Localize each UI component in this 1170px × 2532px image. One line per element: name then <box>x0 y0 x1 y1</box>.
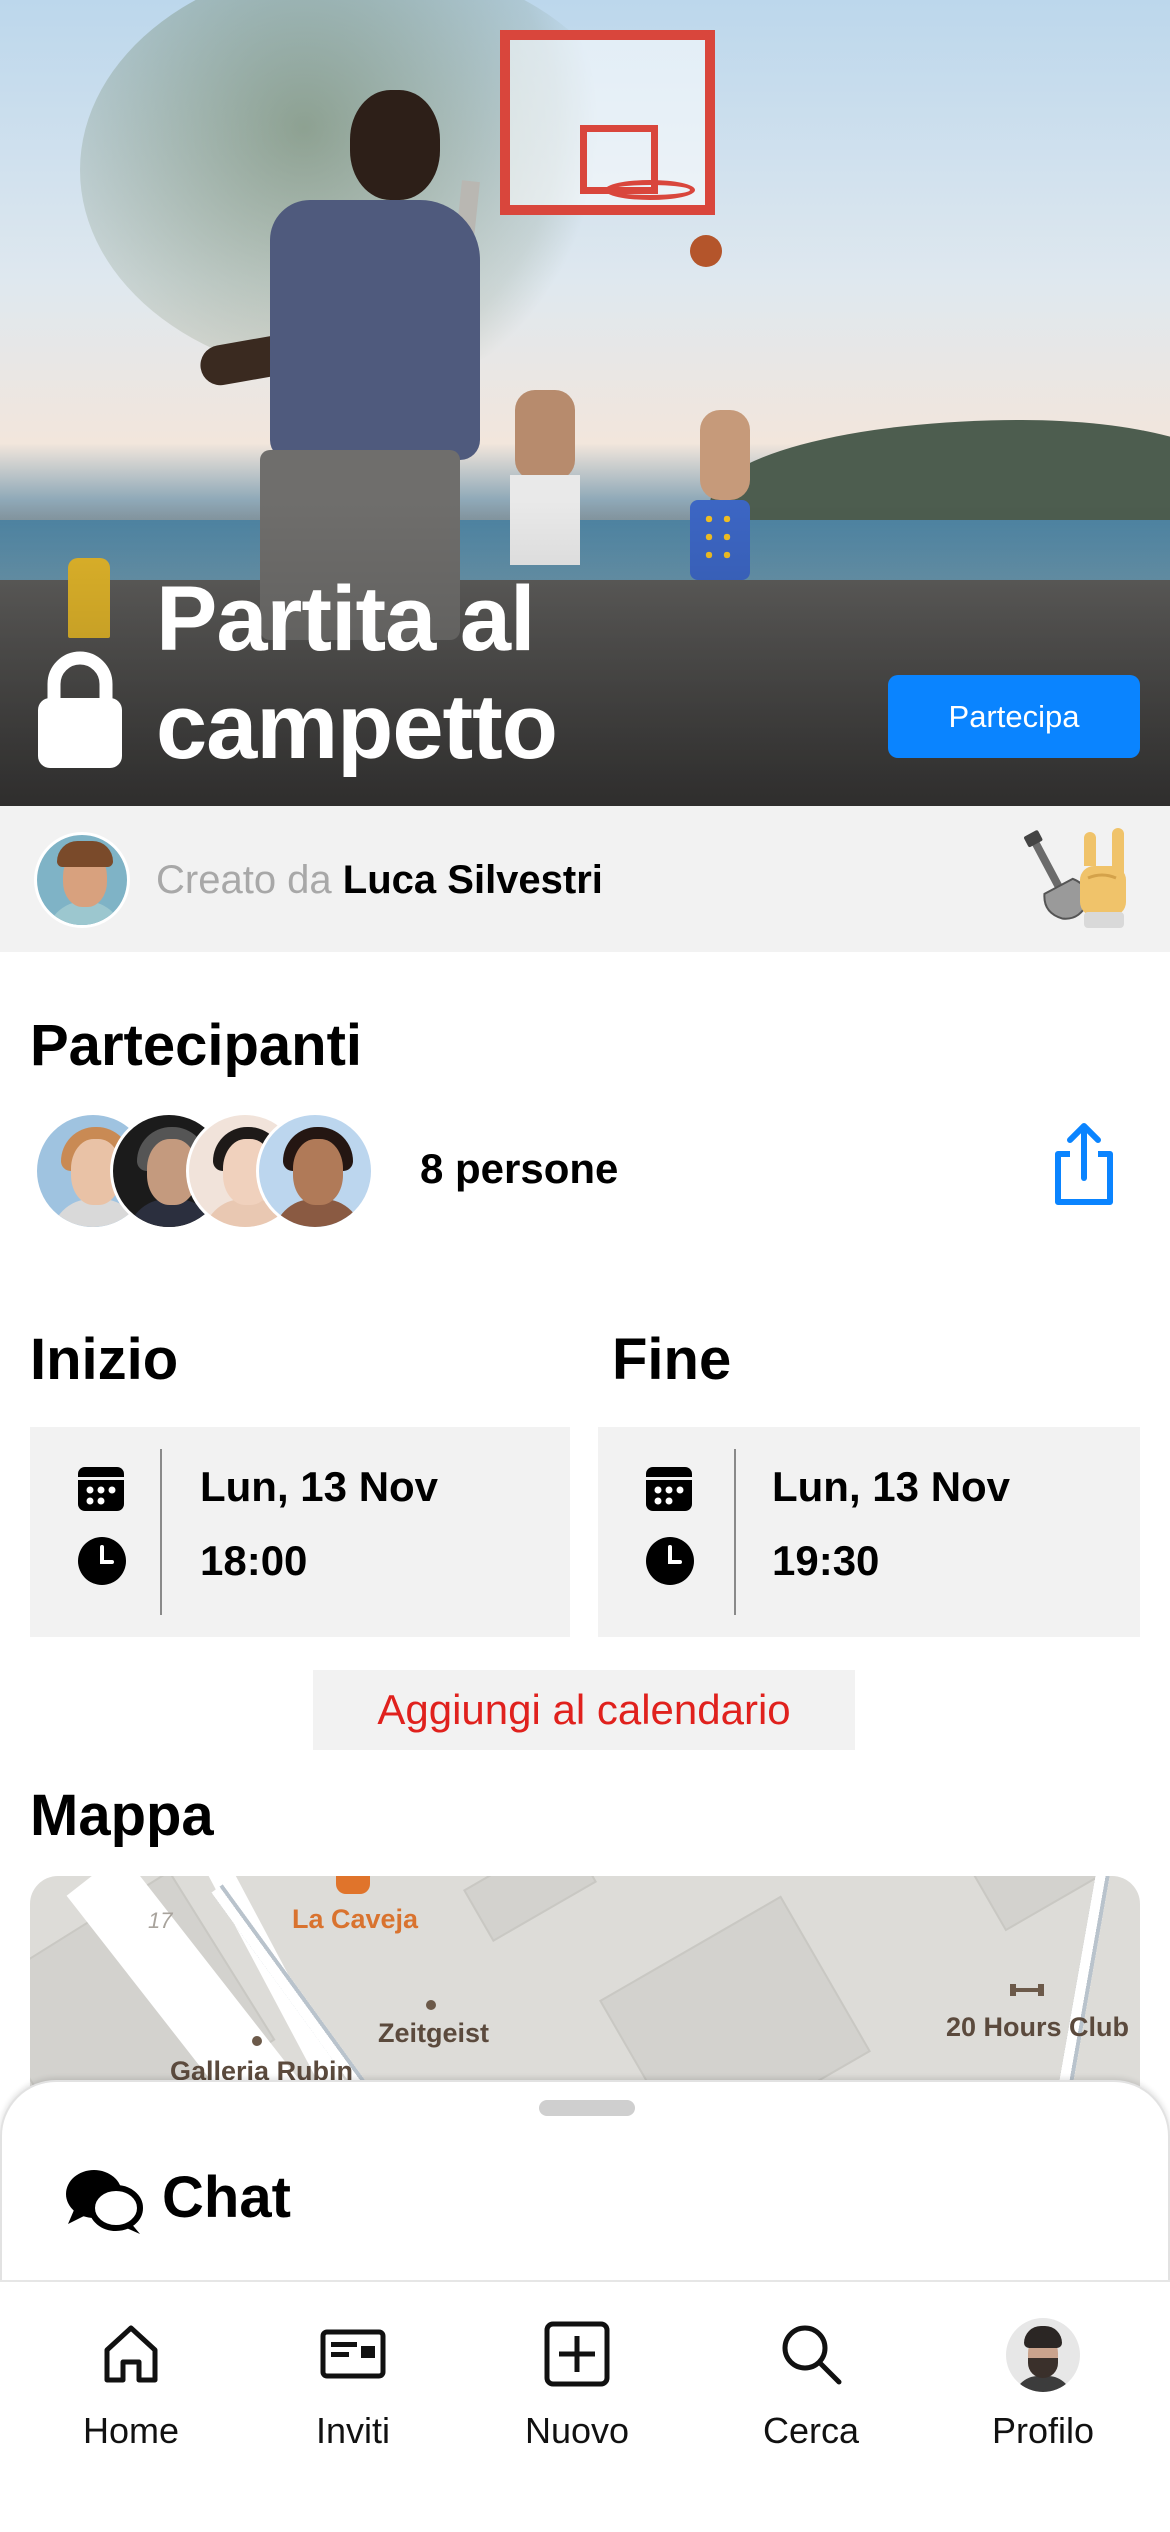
guitar-rock-hand-icon <box>1024 828 1126 928</box>
join-button[interactable]: Partecipa <box>888 675 1140 758</box>
tab-label: Home <box>82 2410 180 2451</box>
tab-label: Profilo <box>991 2410 1095 2451</box>
start-time: 18:00 <box>200 1537 308 1584</box>
clock-icon <box>78 1537 126 1585</box>
add-to-calendar-button[interactable]: Aggiungi al calendario <box>313 1670 855 1750</box>
tab-new[interactable]: Nuovo <box>492 2318 662 2468</box>
home-icon <box>104 2325 158 2383</box>
creator-line: Creato da Luca Silvestri <box>156 856 603 904</box>
creator-prefix: Creato da <box>156 858 332 902</box>
ticket-icon <box>320 2329 386 2379</box>
share-icon[interactable] <box>1048 1122 1120 1208</box>
tab-profile[interactable]: Profilo <box>958 2318 1128 2468</box>
map-place-la-caveja[interactable]: La Caveja <box>292 1904 418 1935</box>
participant-avatar[interactable] <box>256 1112 374 1230</box>
tab-label: Nuovo <box>524 2410 630 2451</box>
end-date-card[interactable]: Lun, 13 Nov 19:30 <box>598 1427 1140 1637</box>
end-heading: Fine <box>612 1327 732 1392</box>
street-number: 17 <box>148 1908 173 1933</box>
participants-heading: Partecipanti <box>30 1013 362 1078</box>
map-place-20-hours-club[interactable]: 20 Hours Club <box>946 2012 1129 2043</box>
start-heading: Inizio <box>30 1327 179 1392</box>
restaurant-icon <box>336 1876 370 1894</box>
event-title: Partita al campetto <box>156 568 558 778</box>
tab-label: Cerca <box>762 2410 860 2451</box>
start-date-card[interactable]: Lun, 13 Nov 18:00 <box>30 1427 570 1637</box>
hero-image: Partita al campetto Partecipa <box>0 0 1170 806</box>
map-place-zeitgeist[interactable]: Zeitgeist <box>378 2018 489 2049</box>
clock-icon <box>646 1537 694 1585</box>
creator-bar[interactable]: Creato da Luca Silvestri <box>0 806 1170 952</box>
tab-invites[interactable]: Inviti <box>268 2318 438 2468</box>
map-heading: Mappa <box>30 1783 214 1848</box>
chat-title: Chat <box>162 2165 291 2230</box>
calendar-icon <box>78 1467 124 1511</box>
tab-search[interactable]: Cerca <box>726 2318 896 2468</box>
participant-avatars[interactable] <box>34 1112 374 1230</box>
creator-name[interactable]: Luca Silvestri <box>343 858 603 902</box>
card-divider <box>734 1449 736 1615</box>
gym-icon <box>1010 1984 1044 1996</box>
participants-count[interactable]: 8 persone <box>420 1145 618 1193</box>
plus-square-icon <box>544 2321 610 2387</box>
calendar-icon <box>646 1467 692 1511</box>
creator-avatar[interactable] <box>34 832 130 928</box>
tab-label: Inviti <box>315 2410 391 2451</box>
tab-bar: Home Inviti Nuovo Cerca Profilo <box>0 2280 1170 2532</box>
lock-icon <box>38 651 122 768</box>
search-icon <box>782 2325 842 2385</box>
end-date: Lun, 13 Nov <box>772 1463 1011 1510</box>
profile-avatar <box>1006 2318 1080 2392</box>
end-time: 19:30 <box>772 1537 880 1584</box>
sheet-grabber[interactable] <box>539 2100 635 2116</box>
tab-home[interactable]: Home <box>46 2318 216 2468</box>
chat-bubbles-icon <box>66 2170 143 2234</box>
start-date: Lun, 13 Nov <box>200 1463 439 1510</box>
card-divider <box>160 1449 162 1615</box>
